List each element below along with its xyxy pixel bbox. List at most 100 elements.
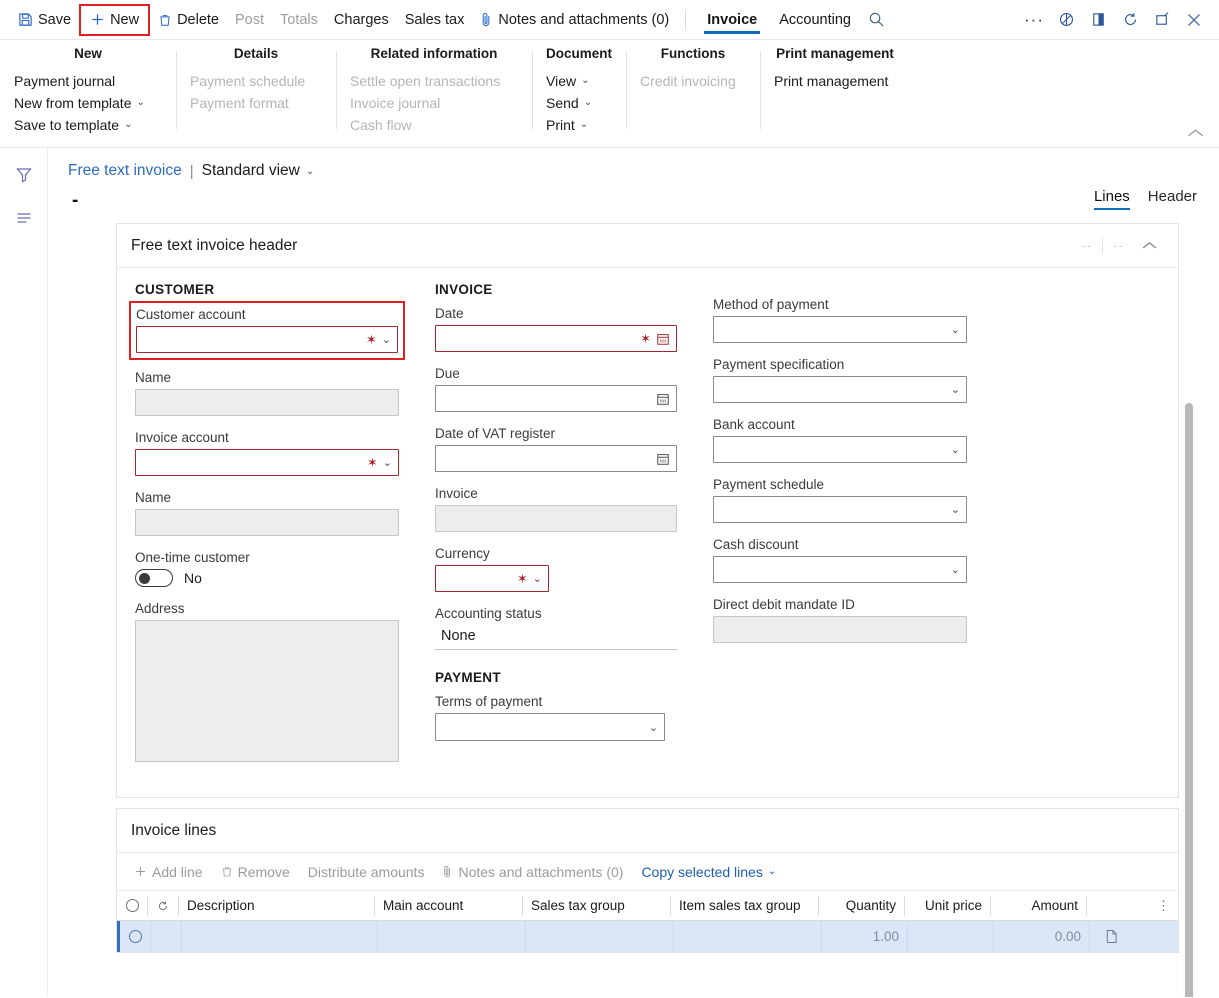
personalize-icon[interactable] [1051, 5, 1081, 35]
method-of-payment-control[interactable]: ⌄ [713, 316, 967, 343]
row-document-cell[interactable] [1090, 921, 1178, 952]
form-vertical-scrollbar[interactable] [1183, 403, 1195, 997]
header-panel-titlebar[interactable]: Free text invoice header -- -- [117, 224, 1178, 268]
payment-specification-input[interactable] [714, 377, 951, 402]
calendar-icon[interactable] [656, 332, 670, 346]
grid-header-unit-price[interactable]: Unit price [905, 896, 991, 916]
chevron-down-icon[interactable]: ⌄ [951, 503, 960, 516]
chevron-down-icon[interactable]: ⌄ [951, 443, 960, 456]
copy-selected-lines-button[interactable]: Copy selected lines ⌄ [632, 857, 785, 887]
calendar-icon[interactable] [656, 452, 670, 466]
ribbon-item-credit-invoicing-label: Credit invoicing [640, 70, 736, 92]
terms-of-payment-control[interactable]: ⌄ [435, 713, 665, 741]
date-input[interactable] [436, 326, 640, 351]
invoice-lines-titlebar[interactable]: Invoice lines [117, 809, 1178, 853]
grid-header-select-all[interactable] [117, 896, 148, 916]
ribbon-item-send[interactable]: Send ⌄ [546, 92, 612, 114]
refresh-icon[interactable] [1115, 5, 1145, 35]
grid-header-quantity[interactable]: Quantity [819, 896, 905, 916]
chevron-down-icon[interactable]: ⌄ [383, 456, 392, 469]
close-icon[interactable] [1179, 5, 1209, 35]
delete-button[interactable]: Delete [150, 5, 227, 35]
bank-account-control[interactable]: ⌄ [713, 436, 967, 463]
grid-header-main-account[interactable]: Main account [375, 896, 523, 916]
search-icon[interactable] [862, 5, 892, 35]
row-select-cell[interactable] [120, 921, 151, 952]
due-input[interactable] [436, 386, 656, 411]
accounting-status-field: Accounting status None [435, 605, 677, 650]
chevron-down-icon[interactable]: ⌄ [951, 383, 960, 396]
tab-lines[interactable]: Lines [1094, 188, 1130, 210]
cash-discount-input[interactable] [714, 557, 951, 582]
save-button[interactable]: Save [10, 5, 79, 35]
grid-header-item-sales-tax-group[interactable]: Item sales tax group [671, 896, 819, 916]
calendar-icon[interactable] [656, 392, 670, 406]
ribbon-item-save-to-template[interactable]: Save to template ⌄ [14, 114, 162, 136]
list-lines-icon[interactable] [11, 205, 37, 231]
view-selector[interactable]: Standard view ⌄ [202, 162, 315, 180]
row-main-account-cell[interactable] [378, 921, 526, 952]
chevron-down-icon[interactable]: ⌄ [533, 572, 542, 585]
breadcrumb: Free text invoice | Standard view ⌄ [48, 148, 1219, 180]
bank-account-input[interactable] [714, 437, 951, 462]
chevron-down-icon[interactable]: ⌄ [649, 721, 658, 734]
tab-invoice[interactable]: Invoice [696, 1, 768, 39]
grid-header-description[interactable]: Description [179, 896, 375, 916]
row-sales-tax-group-cell[interactable] [526, 921, 674, 952]
overflow-dots-icon[interactable]: ··· [1019, 5, 1049, 35]
open-in-new-window-icon[interactable] [1083, 5, 1113, 35]
payment-schedule-control[interactable]: ⌄ [713, 496, 967, 523]
terms-of-payment-input[interactable] [436, 714, 649, 740]
invoice-account-name-input [136, 510, 398, 535]
chevron-down-icon[interactable]: ⌄ [382, 333, 391, 346]
due-control[interactable] [435, 385, 677, 412]
scrollbar-thumb[interactable] [1185, 403, 1193, 997]
ribbon-item-new-from-template[interactable]: New from template ⌄ [14, 92, 162, 114]
tab-header[interactable]: Header [1148, 188, 1197, 210]
payment-specification-control[interactable]: ⌄ [713, 376, 967, 403]
grid-header-amount[interactable]: Amount [991, 896, 1087, 916]
currency-input[interactable] [436, 566, 517, 591]
filter-funnel-icon[interactable] [11, 162, 37, 188]
charges-button[interactable]: Charges [326, 5, 397, 35]
date-control[interactable]: ✶ [435, 325, 677, 352]
tab-accounting[interactable]: Accounting [768, 1, 862, 39]
invoice-account-control[interactable]: ✶ ⌄ [135, 449, 399, 476]
ribbon-item-print[interactable]: Print ⌄ [546, 114, 612, 136]
date-of-vat-register-control[interactable] [435, 445, 677, 472]
method-of-payment-input[interactable] [714, 317, 951, 342]
ribbon-collapse-button[interactable] [1181, 121, 1209, 145]
popout-icon[interactable] [1147, 5, 1177, 35]
customer-account-control[interactable]: ✶ ⌄ [136, 326, 398, 353]
ribbon-item-payment-journal[interactable]: Payment journal [14, 70, 162, 92]
notes-and-attachments-label: Notes and attachments (0) [498, 12, 669, 28]
row-item-sales-tax-group-cell[interactable] [674, 921, 822, 952]
row-description-cell[interactable] [182, 921, 378, 952]
ribbon-item-view[interactable]: View ⌄ [546, 70, 612, 92]
ribbon-item-print-management[interactable]: Print management [774, 70, 896, 92]
customer-account-input[interactable] [137, 327, 366, 352]
ribbon-group-related-title: Related information [350, 46, 518, 61]
currency-control[interactable]: ✶ ⌄ [435, 565, 549, 592]
new-button[interactable]: New [79, 4, 150, 36]
chevron-down-icon[interactable]: ⌄ [951, 563, 960, 576]
date-of-vat-register-input[interactable] [436, 446, 656, 471]
cash-discount-control[interactable]: ⌄ [713, 556, 967, 583]
chevron-down-icon[interactable]: ⌄ [951, 323, 960, 336]
grid-header-refresh[interactable] [148, 896, 179, 916]
sales-tax-button[interactable]: Sales tax [397, 5, 473, 35]
grid-header-sales-tax-group[interactable]: Sales tax group [523, 896, 671, 916]
notes-and-attachments-button[interactable]: Notes and attachments (0) [472, 5, 677, 35]
header-panel-collapse-button[interactable] [1134, 233, 1164, 259]
invoice-account-input[interactable] [136, 450, 367, 475]
grid-header-overflow-button[interactable]: ⋮ [1087, 896, 1178, 916]
row-amount-cell[interactable]: 0.00 [994, 921, 1090, 952]
address-textarea[interactable] [135, 620, 399, 762]
payment-schedule-input[interactable] [714, 497, 951, 522]
table-row[interactable]: 1.00 0.00 [117, 921, 1178, 952]
one-time-customer-toggle[interactable] [135, 569, 173, 587]
breadcrumb-link[interactable]: Free text invoice [68, 162, 182, 180]
row-unit-price-cell[interactable] [908, 921, 994, 952]
invoice-lines-title: Invoice lines [131, 822, 216, 840]
row-quantity-cell[interactable]: 1.00 [822, 921, 908, 952]
